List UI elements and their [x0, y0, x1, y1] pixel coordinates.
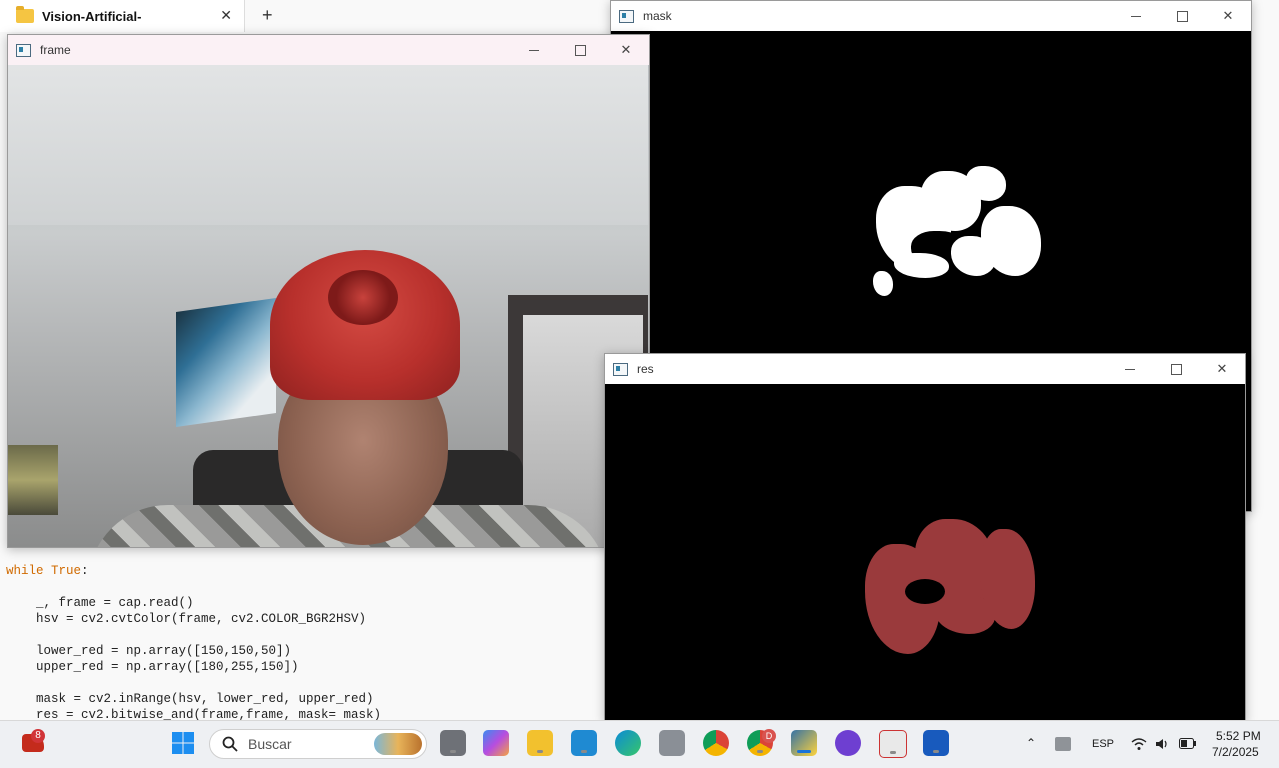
running-indicator	[757, 750, 763, 753]
mask-blob	[894, 253, 949, 278]
res-image	[605, 384, 1245, 721]
search-icon	[222, 736, 238, 752]
search-placeholder: Buscar	[248, 736, 292, 752]
language-indicator[interactable]: ESP	[1092, 738, 1114, 750]
minimize-button[interactable]	[1113, 1, 1159, 31]
running-indicator	[537, 750, 543, 753]
minimize-icon	[1125, 368, 1135, 370]
code-colon: :	[81, 564, 89, 578]
code-line: mask = cv2.inRange(hsv, lower_red, upper…	[6, 692, 374, 706]
clock-time[interactable]: 5:52 PM	[1216, 729, 1261, 743]
res-window-title: res	[637, 362, 654, 376]
running-indicator	[797, 750, 811, 753]
frame-window-title: frame	[40, 43, 71, 57]
close-button[interactable]: ✕	[1199, 354, 1245, 384]
res-window[interactable]: res ✕	[604, 353, 1246, 722]
maximize-button[interactable]	[557, 35, 603, 65]
snipping-tool-icon[interactable]	[879, 730, 907, 758]
cap-logo	[328, 270, 398, 325]
wall-painting	[176, 297, 276, 428]
app-cube-icon[interactable]	[659, 730, 685, 756]
volume-icon[interactable]	[1155, 737, 1169, 751]
mask-blob	[951, 236, 996, 276]
close-button[interactable]: ✕	[603, 35, 649, 65]
minimize-icon	[1131, 15, 1141, 17]
running-indicator	[450, 750, 456, 753]
window-app-icon	[613, 362, 628, 376]
copilot-icon[interactable]	[483, 730, 509, 756]
explorer-tab[interactable]: Vision-Artificial- ✕	[0, 0, 245, 32]
clock-date[interactable]: 7/2/2025	[1212, 745, 1259, 759]
word-icon[interactable]	[923, 730, 949, 756]
running-indicator	[581, 750, 587, 753]
window-app-icon	[16, 43, 31, 57]
maximize-icon	[1176, 10, 1188, 22]
frame-window[interactable]: frame ✕	[7, 34, 650, 548]
taskbar-search[interactable]: Buscar	[209, 729, 427, 759]
maximize-icon	[1170, 363, 1182, 375]
vscode-icon[interactable]	[571, 730, 597, 756]
new-tab-button[interactable]: +	[262, 5, 273, 26]
running-indicator	[933, 750, 939, 753]
res-blob	[935, 594, 995, 634]
start-button[interactable]	[170, 730, 196, 756]
minimize-button[interactable]	[1107, 354, 1153, 384]
task-view-button[interactable]	[440, 730, 466, 756]
maximize-icon	[574, 44, 586, 56]
res-gap	[905, 579, 945, 604]
code-editor[interactable]: while True: _, frame = cap.read() hsv = …	[6, 563, 381, 723]
code-keyword-while: while	[6, 564, 44, 578]
mask-blob	[873, 271, 893, 296]
minimize-icon	[529, 49, 539, 51]
code-keyword-true: True	[51, 564, 82, 578]
camera-frame-image	[8, 65, 649, 547]
github-icon[interactable]	[835, 730, 861, 756]
shelf	[8, 445, 58, 515]
res-titlebar[interactable]: res ✕	[605, 354, 1245, 384]
code-line: lower_red = np.array([150,150,50])	[6, 644, 292, 658]
edge-icon[interactable]	[615, 730, 641, 756]
python-icon[interactable]	[791, 730, 817, 756]
minimize-button[interactable]	[511, 35, 557, 65]
windows-icon	[172, 732, 194, 754]
maximize-button[interactable]	[1159, 1, 1205, 31]
ceiling	[8, 65, 648, 225]
window-app-icon	[619, 9, 634, 23]
chrome-icon[interactable]	[703, 730, 729, 756]
code-line: _, frame = cap.read()	[6, 596, 194, 610]
code-line: upper_red = np.array([180,255,150])	[6, 660, 299, 674]
close-tab-icon[interactable]: ✕	[220, 7, 232, 24]
taskbar: 8 Buscar D ⌃ ESP 5:52 PM 7/2/2025	[0, 720, 1279, 768]
code-line: hsv = cv2.cvtColor(frame, cv2.COLOR_BGR2…	[6, 612, 367, 626]
mask-titlebar[interactable]: mask ✕	[611, 1, 1251, 31]
running-indicator	[890, 751, 896, 754]
chrome-profile-badge: D	[762, 729, 776, 743]
search-highlight-icon	[374, 733, 422, 755]
mask-window-title: mask	[643, 9, 672, 23]
show-hidden-icons-chevron-icon[interactable]: ⌃	[1026, 736, 1036, 750]
notification-badge: 8	[31, 729, 45, 743]
close-button[interactable]: ✕	[1205, 1, 1251, 31]
battery-icon[interactable]	[1179, 738, 1197, 749]
wifi-icon[interactable]	[1131, 737, 1147, 751]
folder-icon	[16, 6, 34, 23]
frame-titlebar[interactable]: frame ✕	[8, 35, 649, 65]
explorer-tab-title: Vision-Artificial-	[42, 8, 142, 24]
file-explorer-icon[interactable]	[527, 730, 553, 756]
maximize-button[interactable]	[1153, 354, 1199, 384]
tray-app-icon[interactable]	[1055, 737, 1071, 751]
